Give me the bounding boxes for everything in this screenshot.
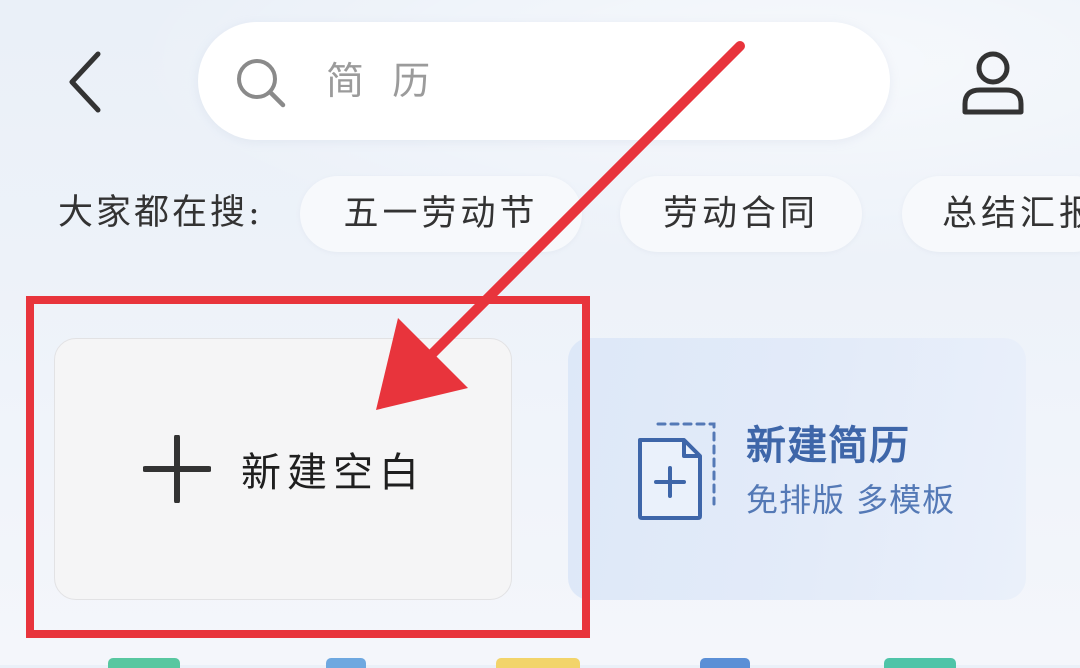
search-placeholder: 简 历 <box>326 59 439 103</box>
user-profile-button[interactable] <box>958 48 1028 116</box>
new-resume-card[interactable]: 新建简历 免排版 多模板 <box>568 338 1026 600</box>
chevron-left-icon <box>69 51 101 113</box>
hot-search-chip[interactable]: 五一劳动节 <box>300 176 582 252</box>
plus-icon <box>143 435 211 503</box>
search-icon <box>237 59 286 108</box>
hot-search-chip[interactable]: 劳动合同 <box>620 176 862 252</box>
document-plus-icon <box>638 422 716 520</box>
user-icon <box>962 51 1024 115</box>
bottom-icon-strip <box>0 652 1080 668</box>
hot-search-chip[interactable]: 总结汇报 <box>902 176 1080 252</box>
new-resume-title: 新建简历 <box>746 423 910 469</box>
search-input[interactable]: 简 历 <box>198 22 890 140</box>
new-blank-label: 新建空白 <box>241 450 425 496</box>
back-button[interactable] <box>62 48 114 116</box>
new-blank-card[interactable]: 新建空白 <box>54 338 512 600</box>
hot-search-label: 大家都在搜: <box>58 193 263 233</box>
new-resume-subtitle: 免排版 多模板 <box>746 481 956 519</box>
